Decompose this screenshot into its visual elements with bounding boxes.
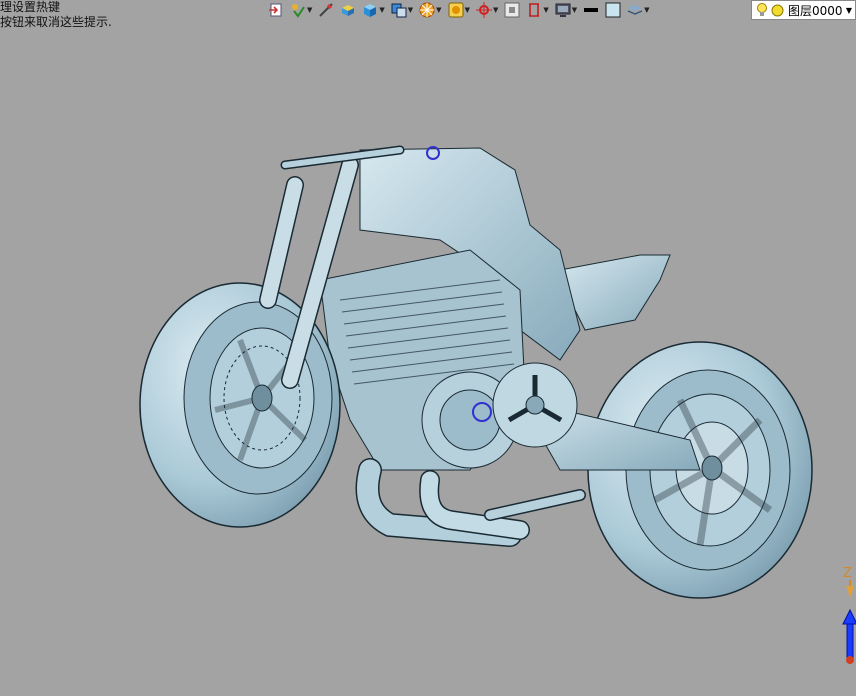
snap-icon xyxy=(292,4,305,18)
chevron-down-icon: ▼ xyxy=(644,6,650,14)
lightbulb-icon[interactable] xyxy=(756,3,768,17)
render-button[interactable]: ▼ xyxy=(419,1,442,19)
line-color-button[interactable] xyxy=(583,1,599,19)
snap-button[interactable]: ▼ xyxy=(290,1,312,19)
display-icon xyxy=(555,3,571,17)
shading-icon xyxy=(342,5,355,16)
view-cube-icon xyxy=(391,3,407,18)
render-icon xyxy=(419,2,435,18)
display-button[interactable]: ▼ xyxy=(555,1,577,19)
layer-state-icon[interactable] xyxy=(771,4,784,17)
chevron-down-icon: ▼ xyxy=(543,6,549,14)
shading-button[interactable] xyxy=(340,1,356,19)
layer-selector[interactable]: 图层0000 ▼ xyxy=(751,0,856,20)
solid-cube-icon xyxy=(364,4,377,17)
exhaust-pipes xyxy=(355,458,530,547)
plane-button[interactable]: ▼ xyxy=(526,1,549,19)
layers-icon xyxy=(627,5,643,15)
view-button[interactable]: ▼ xyxy=(391,1,413,19)
measure-button[interactable] xyxy=(318,1,334,19)
footpeg xyxy=(484,489,586,521)
solid-button[interactable]: ▼ xyxy=(362,1,385,19)
3d-viewport[interactable] xyxy=(0,22,856,696)
chevron-down-icon[interactable]: ▼ xyxy=(846,6,852,15)
measure-icon xyxy=(319,3,334,17)
import-icon xyxy=(269,3,282,17)
chevron-down-icon: ▼ xyxy=(492,6,499,14)
main-toolbar: ▼ ▼ ▼ ▼ ▼ ▼ ▼ ▼ ▼ xyxy=(268,0,656,20)
origin-button[interactable]: ▼ xyxy=(475,1,499,19)
axis-triad xyxy=(842,580,856,664)
chevron-down-icon: ▼ xyxy=(571,6,578,14)
fill-color-button[interactable] xyxy=(605,1,621,19)
chevron-down-icon: ▼ xyxy=(407,6,414,14)
origin-icon xyxy=(475,2,492,18)
hint-line-1: 理设置热键 xyxy=(0,0,61,14)
surface-button[interactable]: ▼ xyxy=(448,1,470,19)
surface-icon xyxy=(448,2,464,18)
chevron-down-icon: ▼ xyxy=(464,6,470,14)
plane-icon xyxy=(529,3,540,17)
layer-name: 图层0000 xyxy=(788,3,843,18)
chevron-down-icon: ▼ xyxy=(436,6,442,14)
fill-color-icon xyxy=(605,2,621,18)
grid-button[interactable] xyxy=(504,1,520,19)
line-color-icon xyxy=(584,8,599,12)
chevron-down-icon: ▼ xyxy=(379,6,385,14)
chevron-down-icon: ▼ xyxy=(307,6,313,14)
layers-button[interactable]: ▼ xyxy=(627,1,650,19)
import-button[interactable] xyxy=(268,1,284,19)
grid-icon xyxy=(504,2,520,18)
